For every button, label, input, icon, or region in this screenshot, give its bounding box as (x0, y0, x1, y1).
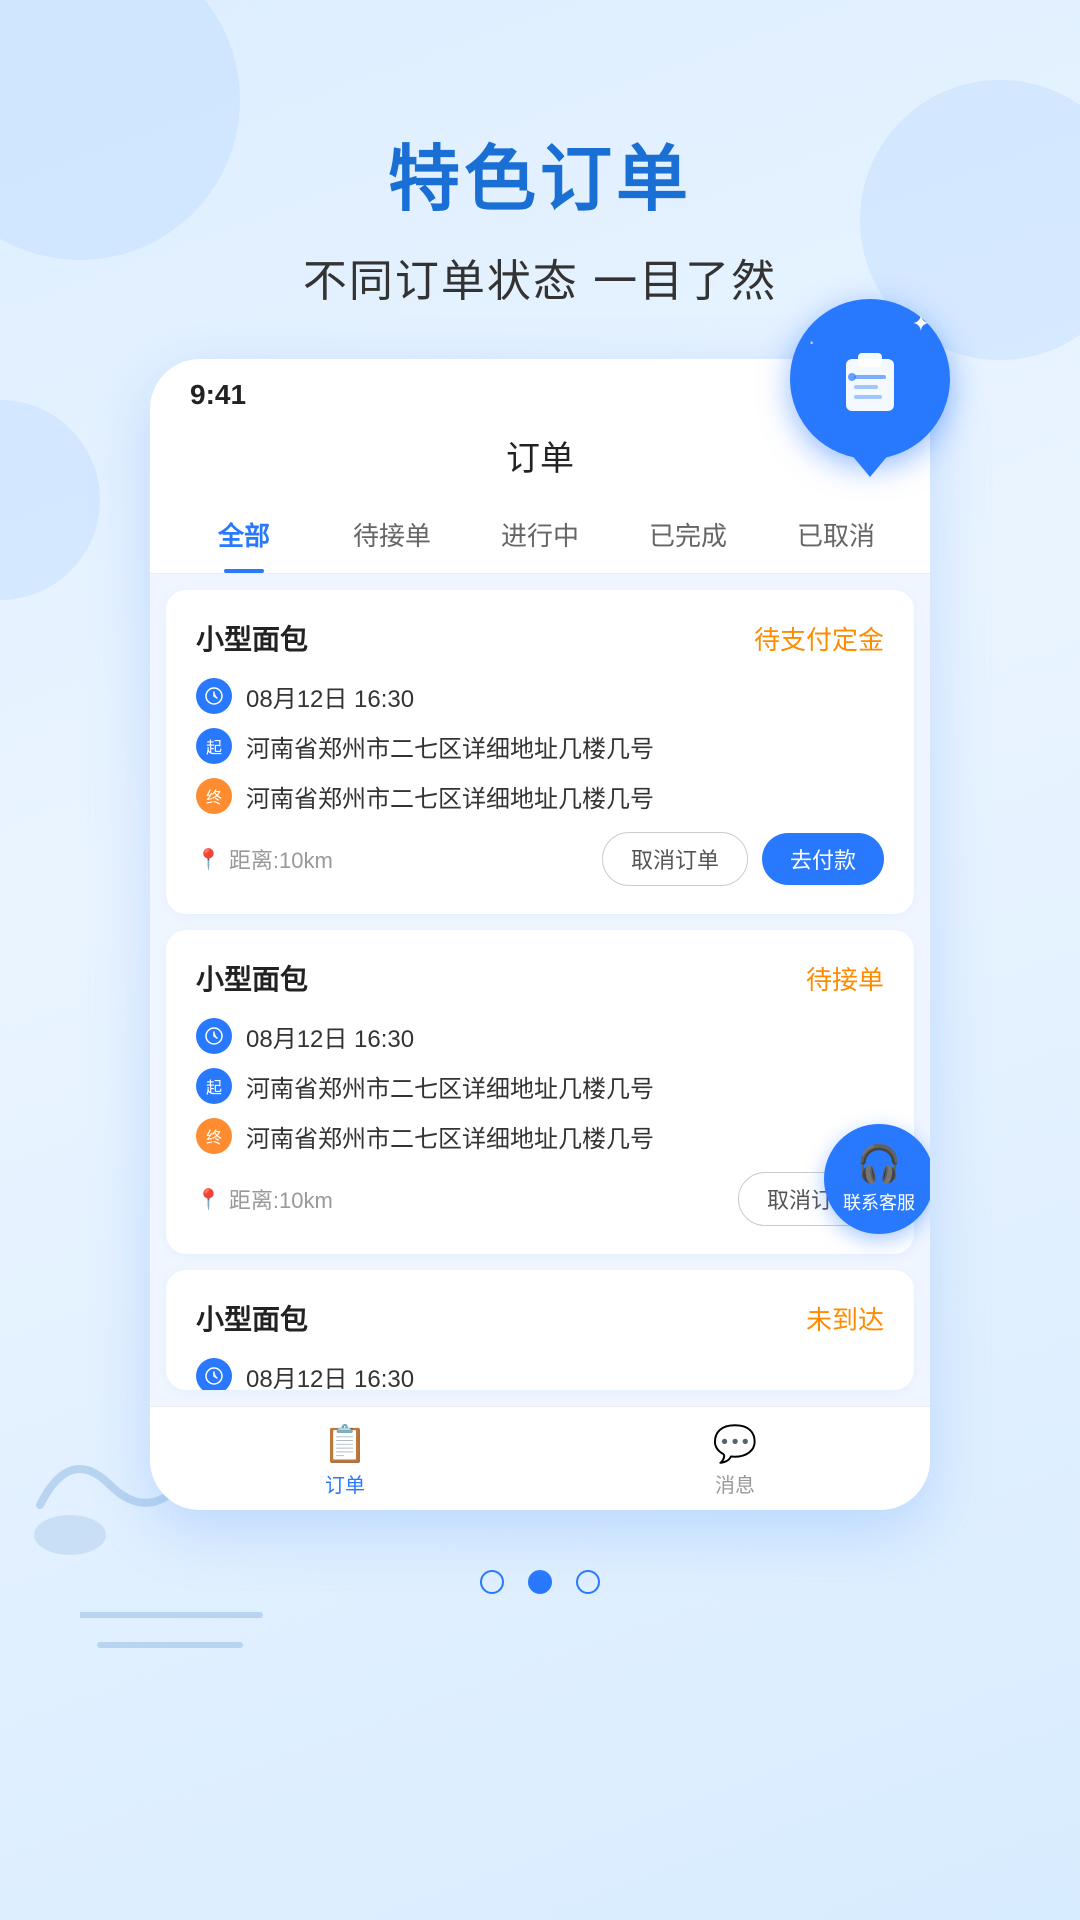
clock-icon-2 (196, 1018, 232, 1054)
status-time: 9:41 (190, 379, 246, 411)
order-footer-2: 📍 距离:10km 取消订单 (196, 1172, 884, 1226)
customer-service-button[interactable]: 🎧 联系客服 (824, 1124, 930, 1234)
sparkle-icon-2: · (808, 329, 815, 355)
phone-screen: 9:41 订单 全部 待接单 进行中 (150, 359, 930, 1510)
tabs-container: 全部 待接单 进行中 已完成 已取消 (150, 500, 930, 574)
clock-icon-3 (196, 1358, 232, 1390)
order-footer-1: 📍 距离:10km 取消订单 去付款 (196, 832, 884, 886)
line-decoration (80, 1595, 300, 1680)
order-end-1: 河南省郑州市二七区详细地址几楼几号 (246, 779, 654, 814)
order-card-3: 小型面包 未到达 08月12日 16:30 (166, 1270, 914, 1390)
orders-list: 小型面包 待支付定金 08月12日 16:30 起 河南省郑州市二七区详细地址几… (150, 574, 930, 1406)
end-icon-1: 终 (196, 778, 232, 814)
order-start-row-1: 起 河南省郑州市二七区详细地址几楼几号 (196, 728, 884, 764)
page-subtitle: 不同订单状态 一目了然 (0, 245, 1080, 309)
order-start-row-2: 起 河南省郑州市二七区详细地址几楼几号 (196, 1068, 884, 1104)
order-card-3-header: 小型面包 未到达 (196, 1298, 884, 1338)
bottom-tab-messages[interactable]: 💬 消息 (540, 1423, 930, 1498)
end-icon-2: 终 (196, 1118, 232, 1154)
order-end-row-1: 终 河南省郑州市二七区详细地址几楼几号 (196, 778, 884, 814)
clock-icon-1 (196, 678, 232, 714)
tab-all[interactable]: 全部 (170, 500, 318, 573)
order-start-2: 河南省郑州市二七区详细地址几楼几号 (246, 1069, 654, 1104)
orders-tab-icon: 📋 (323, 1423, 368, 1465)
order-status-1: 待支付定金 (754, 620, 884, 657)
order-status-2: 待接单 (806, 960, 884, 997)
bottom-tab-bar: 📋 订单 💬 消息 (150, 1406, 930, 1510)
robot-badge: ✦ · (790, 299, 950, 459)
page-title: 特色订单 (0, 120, 1080, 225)
start-icon-2: 起 (196, 1068, 232, 1104)
order-datetime-1: 08月12日 16:30 (246, 679, 414, 714)
order-datetime-row-3: 08月12日 16:30 (196, 1358, 884, 1390)
order-card-1: 小型面包 待支付定金 08月12日 16:30 起 河南省郑州市二七区详细地址几… (166, 590, 914, 914)
headset-icon: 🎧 (857, 1143, 902, 1185)
tab-cancelled[interactable]: 已取消 (762, 500, 910, 573)
pagination-dots (0, 1570, 1080, 1594)
order-start-1: 河南省郑州市二七区详细地址几楼几号 (246, 729, 654, 764)
tab-in-progress[interactable]: 进行中 (466, 500, 614, 573)
header-section: 特色订单 不同订单状态 一目了然 (0, 0, 1080, 359)
dot-1[interactable] (480, 1570, 504, 1594)
order-type-1: 小型面包 (196, 618, 308, 658)
dot-2[interactable] (528, 1570, 552, 1594)
pay-btn-1[interactable]: 去付款 (762, 833, 884, 885)
order-type-3: 小型面包 (196, 1298, 308, 1338)
order-end-row-2: 终 河南省郑州市二七区详细地址几楼几号 (196, 1118, 884, 1154)
order-distance-1: 📍 距离:10km (196, 843, 333, 875)
tab-completed[interactable]: 已完成 (614, 500, 762, 573)
order-datetime-3: 08月12日 16:30 (246, 1359, 414, 1391)
order-distance-2: 📍 距离:10km (196, 1183, 333, 1215)
customer-service-label: 联系客服 (843, 1189, 915, 1215)
order-end-2: 河南省郑州市二七区详细地址几楼几号 (246, 1119, 654, 1154)
phone-mockup: ✦ · 9:41 订单 (150, 359, 930, 1510)
messages-tab-icon: 💬 (713, 1423, 758, 1465)
bottom-tab-orders[interactable]: 📋 订单 (150, 1423, 540, 1498)
clipboard-icon (830, 339, 910, 419)
start-icon-1: 起 (196, 728, 232, 764)
location-icon-1: 📍 (196, 847, 221, 872)
order-card-2: 小型面包 待接单 08月12日 16:30 起 河南省郑州市二七区详细地址几楼几… (166, 930, 914, 1254)
sparkle-icon-1: ✦ (912, 311, 930, 337)
tab-pending-accept[interactable]: 待接单 (318, 500, 466, 573)
order-datetime-row-2: 08月12日 16:30 (196, 1018, 884, 1054)
bg-decoration-3 (0, 400, 100, 600)
location-icon-2: 📍 (196, 1187, 221, 1212)
order-actions-1: 取消订单 去付款 (602, 832, 884, 886)
order-type-2: 小型面包 (196, 958, 308, 998)
order-status-3: 未到达 (806, 1300, 884, 1337)
order-datetime-2: 08月12日 16:30 (246, 1019, 414, 1054)
order-datetime-row-1: 08月12日 16:30 (196, 678, 884, 714)
cancel-order-btn-1[interactable]: 取消订单 (602, 832, 748, 886)
dot-3[interactable] (576, 1570, 600, 1594)
order-card-2-header: 小型面包 待接单 (196, 958, 884, 998)
order-card-1-header: 小型面包 待支付定金 (196, 618, 884, 658)
